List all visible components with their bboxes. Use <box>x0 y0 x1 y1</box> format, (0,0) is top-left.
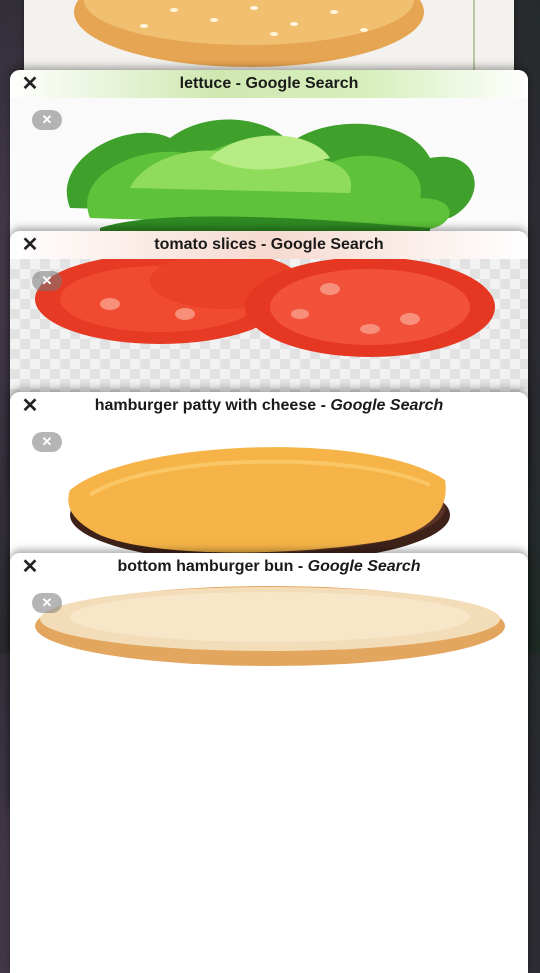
tab-card-bottom-bun[interactable]: bottom hamburger bun - Google Search ✕ ✕ <box>10 553 528 973</box>
thumbnail-close-badge[interactable]: ✕ <box>32 432 62 452</box>
close-tab-button[interactable]: ✕ <box>20 396 40 416</box>
close-icon: ✕ <box>21 234 39 256</box>
close-tab-button[interactable]: ✕ <box>20 557 40 577</box>
tab-title: bottom hamburger bun <box>117 558 294 575</box>
tab-title-suffix: Google Search <box>270 236 384 253</box>
tab-title-separator: - <box>316 397 331 414</box>
close-tab-button[interactable]: ✕ <box>20 74 40 94</box>
tab-title-bar: lettuce - Google Search <box>10 70 528 98</box>
tab-preview <box>10 581 528 973</box>
tab-title-separator: - <box>231 75 246 92</box>
close-icon: ✕ <box>21 73 39 95</box>
tab-title-suffix: Google Search <box>245 75 359 92</box>
tab-title-separator: - <box>256 236 271 253</box>
tab-card-top-bun[interactable] <box>24 0 514 80</box>
close-icon: ✕ <box>21 556 39 578</box>
close-icon: ✕ <box>21 395 39 417</box>
thumbnail-close-badge[interactable]: ✕ <box>32 110 62 130</box>
tab-title-bar: bottom hamburger bun - Google Search <box>10 553 528 581</box>
tab-title: tomato slices <box>154 236 257 253</box>
tab-title: lettuce <box>179 75 232 92</box>
top-bun-image <box>74 0 475 70</box>
tab-title-bar: tomato slices - Google Search <box>10 231 528 259</box>
tab-title-suffix: Google Search <box>330 397 444 414</box>
thumbnail-close-badge[interactable]: ✕ <box>32 271 62 291</box>
tab-title-suffix: Google Search <box>307 558 421 575</box>
tab-title-bar: hamburger patty with cheese - Google Sea… <box>10 392 528 420</box>
tab-title: hamburger patty with cheese <box>94 397 317 414</box>
bottom-bun-image <box>35 586 505 666</box>
thumbnail-close-badge[interactable]: ✕ <box>32 593 62 613</box>
close-tab-button[interactable]: ✕ <box>20 235 40 255</box>
tab-title-separator: - <box>293 558 308 575</box>
